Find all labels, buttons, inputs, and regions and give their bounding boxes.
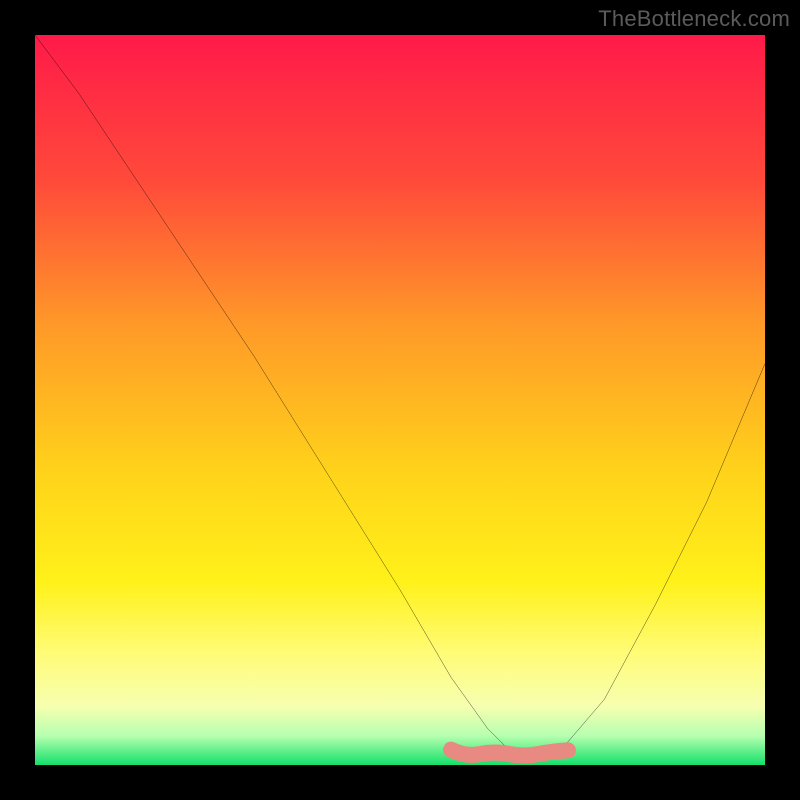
plot-background bbox=[35, 35, 765, 765]
optimal-range-marker bbox=[451, 750, 568, 756]
bottleneck-chart bbox=[35, 35, 765, 765]
chart-frame: TheBottleneck.com bbox=[0, 0, 800, 800]
watermark-text: TheBottleneck.com bbox=[598, 6, 790, 32]
